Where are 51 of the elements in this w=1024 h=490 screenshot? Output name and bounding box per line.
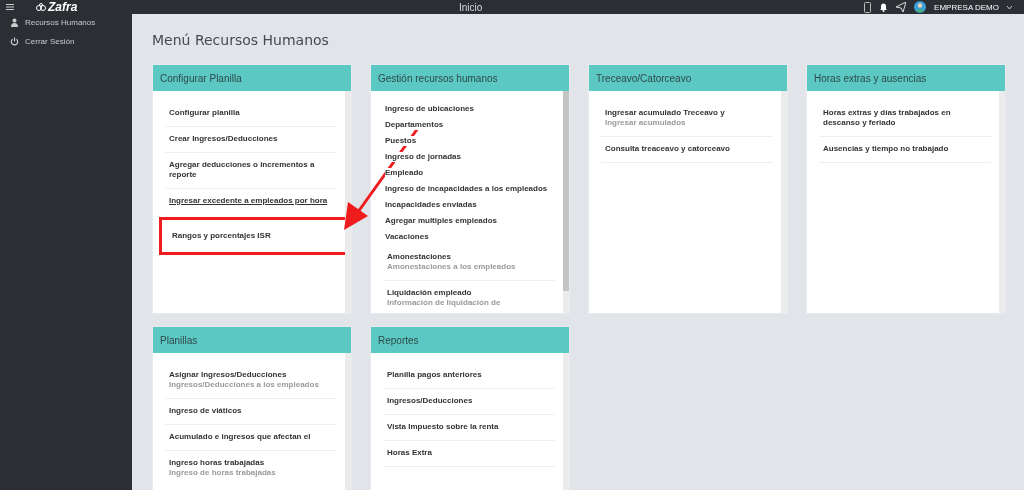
menu-link[interactable]: Puestos bbox=[385, 133, 555, 149]
avatar-icon[interactable] bbox=[914, 1, 927, 13]
menu-icon[interactable] bbox=[6, 4, 14, 10]
menu-link[interactable]: Ingreso horas trabajadas Ingreso de horas trabajadas bbox=[165, 451, 337, 485]
menu-link[interactable]: Ingreso de ubicaciones bbox=[385, 101, 555, 117]
menu-link[interactable]: Ingreso de viáticos bbox=[165, 399, 337, 425]
menu-link[interactable]: Horas Extra bbox=[383, 441, 555, 467]
menu-link[interactable]: Departamentos bbox=[385, 117, 555, 133]
caret-icon[interactable] bbox=[1007, 5, 1012, 9]
menu-link[interactable]: Vista Impuesto sobre la renta bbox=[383, 415, 555, 441]
menu-link[interactable]: Ingresar acumulado Treceavo y Ingresar acumulados bbox=[601, 101, 773, 137]
card-header: Horas extras y ausencias bbox=[807, 65, 1005, 91]
menu-link[interactable]: Crear Ingresos/Deducciones bbox=[165, 127, 337, 153]
menu-link[interactable]: Incapacidades enviadas bbox=[385, 197, 555, 213]
scrollbar[interactable] bbox=[781, 91, 787, 313]
send-icon[interactable] bbox=[896, 2, 907, 12]
power-icon bbox=[10, 37, 19, 46]
card-header: Treceavo/Catorceavo bbox=[589, 65, 787, 91]
menu-link[interactable]: Ingresar excedente a empleados por hora bbox=[165, 189, 337, 213]
sidebar-item[interactable]: Cerrar Sesión bbox=[0, 37, 132, 46]
menu-link[interactable]: Ausencias y tiempo no trabajado bbox=[819, 137, 991, 163]
bell-icon[interactable] bbox=[879, 2, 889, 12]
menu-link[interactable]: Agregar multiples empleados bbox=[385, 213, 555, 229]
scrollbar[interactable] bbox=[999, 91, 1005, 313]
menu-link[interactable]: Rangos y porcentajes ISR bbox=[168, 224, 340, 248]
card-header: Reportes bbox=[371, 327, 569, 353]
page-heading: Inicio bbox=[458, 1, 484, 13]
menu-link[interactable]: Planilla pagos anteriores bbox=[383, 363, 555, 389]
card-header: Configurar Planilla bbox=[153, 65, 351, 91]
scrollbar[interactable] bbox=[345, 91, 351, 313]
page-title: Menú Recursos Humanos bbox=[152, 32, 330, 48]
menu-link[interactable]: Vacaciones bbox=[385, 229, 555, 245]
card-header: Planillas bbox=[153, 327, 351, 353]
scrollbar[interactable] bbox=[345, 353, 351, 490]
company-menu[interactable]: EMPRESA DEMO bbox=[934, 2, 999, 12]
menu-link[interactable]: Ingreso de jornadas bbox=[385, 149, 555, 165]
menu-link[interactable]: Empleado bbox=[385, 165, 555, 181]
menu-link[interactable]: Configurar planilla bbox=[165, 101, 337, 127]
scrollbar[interactable] bbox=[563, 353, 569, 490]
phone-icon[interactable] bbox=[864, 1, 872, 13]
sidebar-item[interactable]: Recursos Humanos bbox=[0, 18, 132, 27]
menu-link[interactable]: Ingresos/Deducciones bbox=[383, 389, 555, 415]
menu-link[interactable]: Consulta treaceavo y catorceavo bbox=[601, 137, 773, 163]
menu-link[interactable]: Acumulado e ingresos que afectan el bbox=[165, 425, 337, 451]
logo-icon bbox=[36, 2, 46, 12]
card-header: Gestión recursos humanos bbox=[371, 65, 569, 91]
logo: Zafra bbox=[48, 0, 78, 14]
menu-link[interactable]: Liquidación empleado Información de liquidación de bbox=[383, 281, 555, 313]
menu-link[interactable]: Amonestaciones Amonestaciones a los empleados bbox=[383, 245, 555, 281]
menu-link[interactable]: Asignar Ingresos/Deducciones Ingresos/Deducciones a los empleados bbox=[165, 363, 337, 399]
user-icon bbox=[10, 18, 19, 27]
